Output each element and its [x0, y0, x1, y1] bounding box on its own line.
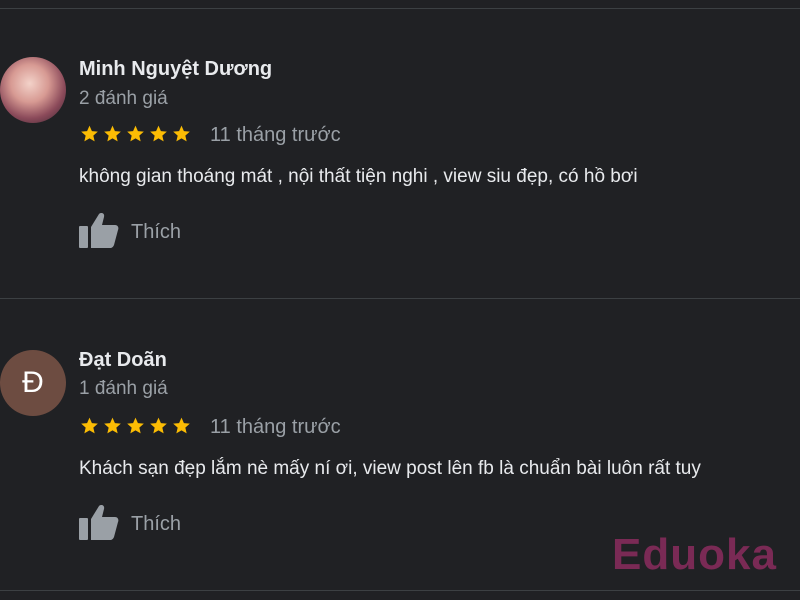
review-text: Khách sạn đẹp lắm nè mấy ní ơi, view pos… [79, 458, 701, 479]
star-icon [125, 416, 146, 436]
divider [0, 298, 800, 299]
avatar[interactable] [0, 57, 66, 123]
reviewer-name[interactable]: Minh Nguyệt Dương [79, 58, 272, 81]
review-count[interactable]: 2 đánh giá [79, 88, 168, 110]
review-text: không gian thoáng mát , nội thất tiện ng… [79, 166, 638, 187]
watermark-logo: Eduoka [612, 530, 777, 579]
reviews-page: Minh Nguyệt Dương 2 đánh giá 11 tháng tr… [0, 0, 800, 600]
like-label: Thích [131, 221, 182, 243]
divider [0, 8, 800, 9]
like-button[interactable]: Thích [79, 212, 181, 253]
star-icon [102, 124, 123, 144]
avatar-letter: Đ [22, 366, 44, 399]
star-icon [171, 416, 192, 436]
review-time: 11 tháng trước [210, 416, 341, 438]
thumbs-up-icon [79, 212, 119, 253]
like-label: Thích [131, 513, 182, 535]
star-icon [125, 124, 146, 144]
divider [0, 590, 800, 591]
star-icon [148, 124, 169, 144]
review-count[interactable]: 1 đánh giá [79, 378, 168, 400]
star-rating [79, 416, 192, 436]
star-rating [79, 124, 192, 144]
star-icon [171, 124, 192, 144]
thumbs-up-icon [79, 504, 119, 545]
like-button[interactable]: Thích [79, 504, 181, 545]
star-icon [79, 416, 100, 436]
reviewer-name[interactable]: Đạt Doãn [79, 349, 167, 372]
star-icon [79, 124, 100, 144]
avatar[interactable]: Đ [0, 350, 66, 416]
star-icon [102, 416, 123, 436]
star-icon [148, 416, 169, 436]
review-time: 11 tháng trước [210, 124, 341, 146]
